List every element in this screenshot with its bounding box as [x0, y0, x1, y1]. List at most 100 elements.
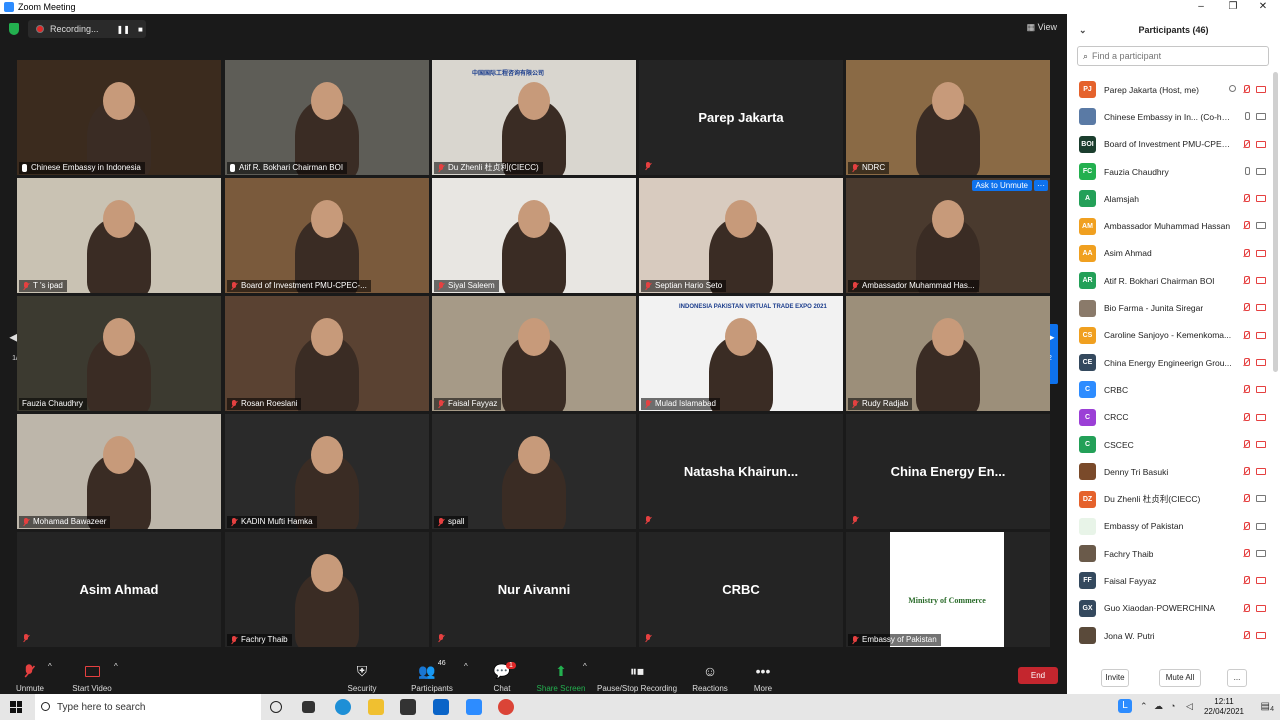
participant-name: Atif R. Bokhari Chairman BOI: [239, 163, 344, 172]
video-tile[interactable]: Natasha Khairun...: [639, 414, 843, 529]
screen-share-icon: [1229, 85, 1236, 92]
participant-row[interactable]: Denny Tri Basuki: [1067, 458, 1272, 485]
video-on-icon: [1256, 495, 1266, 503]
video-tile[interactable]: NDRC: [846, 60, 1050, 175]
minimize-button[interactable]: –: [1186, 0, 1216, 14]
ask-to-unmute-button[interactable]: Ask to Unmute: [971, 180, 1032, 191]
participants-button[interactable]: 👥 46 Participants: [392, 660, 472, 693]
video-tile[interactable]: Faisal Fayyaz: [432, 296, 636, 411]
video-tile[interactable]: Atif R. Bokhari Chairman BOI: [225, 60, 429, 175]
file-explorer-icon[interactable]: [368, 699, 384, 715]
participant-name: Siyal Saleem: [448, 281, 495, 290]
taskbar-search[interactable]: Type here to search: [35, 694, 261, 720]
zoom-taskbar-icon[interactable]: [466, 699, 482, 715]
video-options-caret[interactable]: ^: [114, 662, 118, 671]
participant-row[interactable]: Jona W. Putri: [1067, 622, 1272, 649]
chrome-icon[interactable]: [498, 699, 514, 715]
mail-icon[interactable]: [433, 699, 449, 715]
notifications-icon[interactable]: ▤: [1261, 701, 1270, 712]
mic-muted-icon: [22, 663, 35, 678]
participant-row[interactable]: Bio Farma - Junita Siregar: [1067, 294, 1272, 321]
view-button[interactable]: ▦ View: [1027, 22, 1057, 33]
edge-icon[interactable]: [335, 699, 351, 715]
mic-muted-icon: [1242, 330, 1250, 340]
tile-banner: INDONESIA PAKISTAN VIRTUAL TRADE EXPO 20…: [679, 304, 827, 310]
participant-row[interactable]: PJ Parep Jakarta (Host, me): [1067, 76, 1272, 103]
stop-recording-icon[interactable]: ■: [138, 25, 143, 34]
participant-row[interactable]: Chinese Embassy in In... (Co-host): [1067, 103, 1272, 130]
windows-start-icon[interactable]: [10, 701, 22, 713]
taskbar-clock[interactable]: 12:11 22/04/2021: [1204, 697, 1244, 717]
participant-row[interactable]: FC Fauzia Chaudhry: [1067, 158, 1272, 185]
video-tile[interactable]: China Energy En...: [846, 414, 1050, 529]
participant-row[interactable]: FF Faisal Fayyaz: [1067, 567, 1272, 594]
video-tile[interactable]: Parep Jakarta: [639, 60, 843, 175]
tile-more-button[interactable]: ···: [1034, 180, 1048, 191]
video-tile[interactable]: Mohamad Bawazeer: [17, 414, 221, 529]
invite-button[interactable]: Invite: [1101, 669, 1129, 687]
collapse-panel-icon[interactable]: ⌄: [1079, 14, 1087, 46]
video-tile[interactable]: Fachry Thaib: [225, 532, 429, 647]
participant-row[interactable]: C CSCEC: [1067, 431, 1272, 458]
tray-chevron-icon[interactable]: ⌃: [1140, 701, 1148, 712]
video-tile[interactable]: Chinese Embassy in Indonesia: [17, 60, 221, 175]
participant-row[interactable]: Embassy of Pakistan: [1067, 513, 1272, 540]
wifi-icon[interactable]: ◔: [1170, 701, 1175, 711]
store-icon[interactable]: [400, 699, 416, 715]
participant-row[interactable]: Fachry Thaib: [1067, 540, 1272, 567]
more-button[interactable]: ••• More: [723, 660, 803, 693]
video-tile[interactable]: spall: [432, 414, 636, 529]
participant-row[interactable]: CE China Energy Engineerign Grou...: [1067, 349, 1272, 376]
video-tile[interactable]: Nur Aivanni: [432, 532, 636, 647]
participant-row[interactable]: AM Ambassador Muhammad Hassan: [1067, 212, 1272, 239]
participant-name: Ambassador Muhammad Has...: [862, 281, 975, 290]
end-meeting-button[interactable]: End: [1018, 667, 1058, 684]
participant-row[interactable]: AA Asim Ahmad: [1067, 240, 1272, 267]
video-tile[interactable]: Rosan Roeslani: [225, 296, 429, 411]
participant-row[interactable]: AR Atif R. Bokhari Chairman BOI: [1067, 267, 1272, 294]
network-icon[interactable]: ☁: [1154, 701, 1163, 712]
video-tile[interactable]: 中国国际工程咨询有限公司 Du Zhenli 杜贞利(CIECC): [432, 60, 636, 175]
maximize-button[interactable]: ❐: [1218, 0, 1248, 14]
language-indicator[interactable]: L: [1118, 699, 1132, 713]
share-screen-button[interactable]: ⬆ Share Screen: [521, 660, 601, 694]
participant-row[interactable]: C CRBC: [1067, 376, 1272, 403]
participant-search-input[interactable]: [1092, 51, 1263, 61]
participant-row[interactable]: BOI Board of Investment PMU-CPEC...: [1067, 131, 1272, 158]
participant-row[interactable]: GX Guo Xiaodan·POWERCHINA: [1067, 595, 1272, 622]
volume-icon[interactable]: ◁: [1186, 701, 1193, 712]
encryption-shield-icon[interactable]: [9, 23, 19, 35]
video-tile[interactable]: T 's ipad: [17, 178, 221, 293]
participant-row[interactable]: CS Caroline Sanjoyo - Kemenkoma...: [1067, 322, 1272, 349]
close-button[interactable]: ✕: [1248, 0, 1278, 14]
cortana-icon[interactable]: [270, 701, 282, 713]
share-options-caret[interactable]: ^: [583, 662, 587, 671]
participant-row[interactable]: A Alamsjah: [1067, 185, 1272, 212]
participant-row[interactable]: C CRCC: [1067, 404, 1272, 431]
mic-muted-icon: [644, 516, 652, 525]
pause-stop-recording-button[interactable]: ⏸⏹ Pause/Stop Recording: [597, 660, 677, 694]
participant-search[interactable]: ⌕: [1077, 46, 1269, 66]
participant-row[interactable]: DZ Du Zhenli 杜贞利(CIECC): [1067, 485, 1272, 512]
mute-all-button[interactable]: Mute All: [1159, 669, 1201, 687]
video-tile[interactable]: Asim Ahmad: [17, 532, 221, 647]
video-tile[interactable]: INDONESIA PAKISTAN VIRTUAL TRADE EXPO 20…: [639, 296, 843, 411]
video-tile[interactable]: KADIN Mufti Hamka: [225, 414, 429, 529]
mic-muted-icon: [851, 281, 859, 291]
pause-recording-icon[interactable]: ❚❚: [117, 25, 130, 34]
video-tile[interactable]: CRBC: [639, 532, 843, 647]
participant-list-scrollbar[interactable]: [1273, 72, 1278, 372]
task-view-icon[interactable]: [302, 701, 315, 713]
participant-display-name: Nur Aivanni: [497, 582, 571, 597]
video-tile[interactable]: Ambassador Muhammad Has... Ask to Unmute ·…: [846, 178, 1050, 293]
video-tile[interactable]: Fauzia Chaudhry: [17, 296, 221, 411]
video-tile[interactable]: Board of Investment PMU-CPEC-...: [225, 178, 429, 293]
mic-muted-icon: [851, 635, 859, 645]
start-video-button[interactable]: Start Video: [52, 660, 132, 693]
video-tile[interactable]: Ministry of Commerce Embassy of Pakistan: [846, 532, 1050, 647]
video-tile[interactable]: Septian Hario Seto: [639, 178, 843, 293]
video-tile[interactable]: Siyal Saleem: [432, 178, 636, 293]
panel-more-button[interactable]: ...: [1227, 669, 1247, 687]
security-button[interactable]: ⛨ Security: [322, 660, 402, 694]
video-tile[interactable]: Rudy Radjab: [846, 296, 1050, 411]
